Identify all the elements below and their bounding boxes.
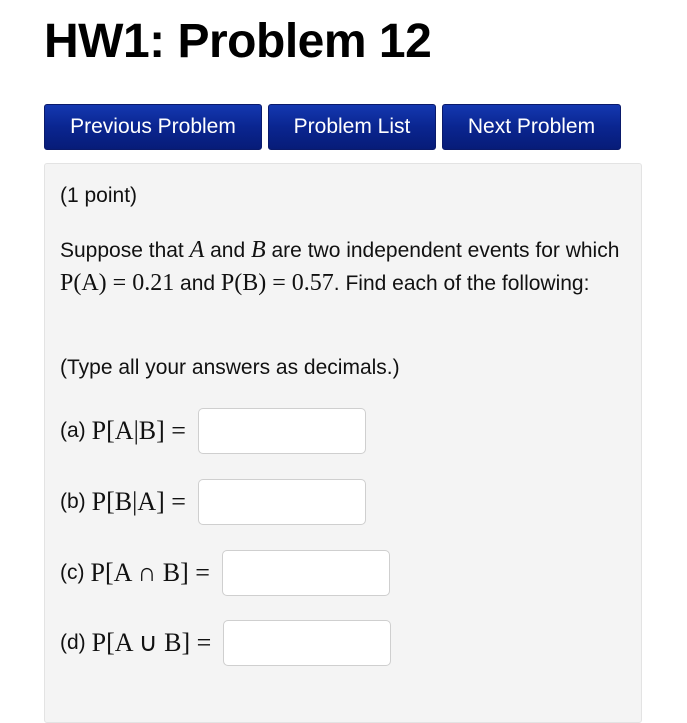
previous-problem-button[interactable]: Previous Problem (44, 104, 262, 150)
part-d: (d) P[A ∪ B] = (60, 619, 392, 667)
part-expression: P[A ∪ B] = (91, 628, 212, 657)
answer-a-input[interactable] (197, 408, 366, 454)
part-expression: P[A|B] = (91, 416, 186, 445)
problem-list-button[interactable]: Problem List (268, 104, 436, 150)
problem-panel: (1 point) Suppose that A and B are two i… (44, 163, 642, 723)
part-label: (a) (60, 419, 86, 442)
next-problem-button[interactable]: Next Problem (442, 104, 621, 150)
part-label: (d) (60, 631, 86, 654)
statement-text: Suppose that (60, 239, 190, 262)
answer-d-input[interactable] (223, 620, 392, 666)
statement-text: and (204, 239, 251, 262)
part-a: (a) P[A|B] = (60, 407, 366, 455)
problem-statement: Suppose that A and B are two independent… (60, 234, 630, 300)
part-label: (c) (60, 561, 85, 584)
page-title: HW1: Problem 12 (44, 15, 432, 68)
variable-a: A (189, 237, 205, 263)
part-b: (b) P[B|A] = (60, 478, 366, 526)
probability-b: P(B) = 0.57 (220, 270, 334, 296)
answer-c-input[interactable] (221, 550, 390, 596)
variable-b: B (251, 237, 266, 263)
part-label: (b) (60, 490, 86, 513)
answer-b-input[interactable] (197, 479, 366, 525)
points-label: (1 point) (60, 184, 138, 207)
problem-navigation: Previous Problem Problem List Next Probl… (44, 104, 621, 150)
statement-text: are two independent events for which (265, 239, 620, 262)
part-expression: P[A ∩ B] = (90, 558, 210, 587)
probability-a: P(A) = 0.21 (60, 270, 175, 296)
statement-text: . Find each of the following: (333, 272, 590, 295)
statement-text: and (174, 272, 221, 295)
part-c: (c) P[A ∩ B] = (60, 549, 390, 597)
instructions: (Type all your answers as decimals.) (60, 356, 400, 379)
part-expression: P[B|A] = (91, 487, 186, 516)
